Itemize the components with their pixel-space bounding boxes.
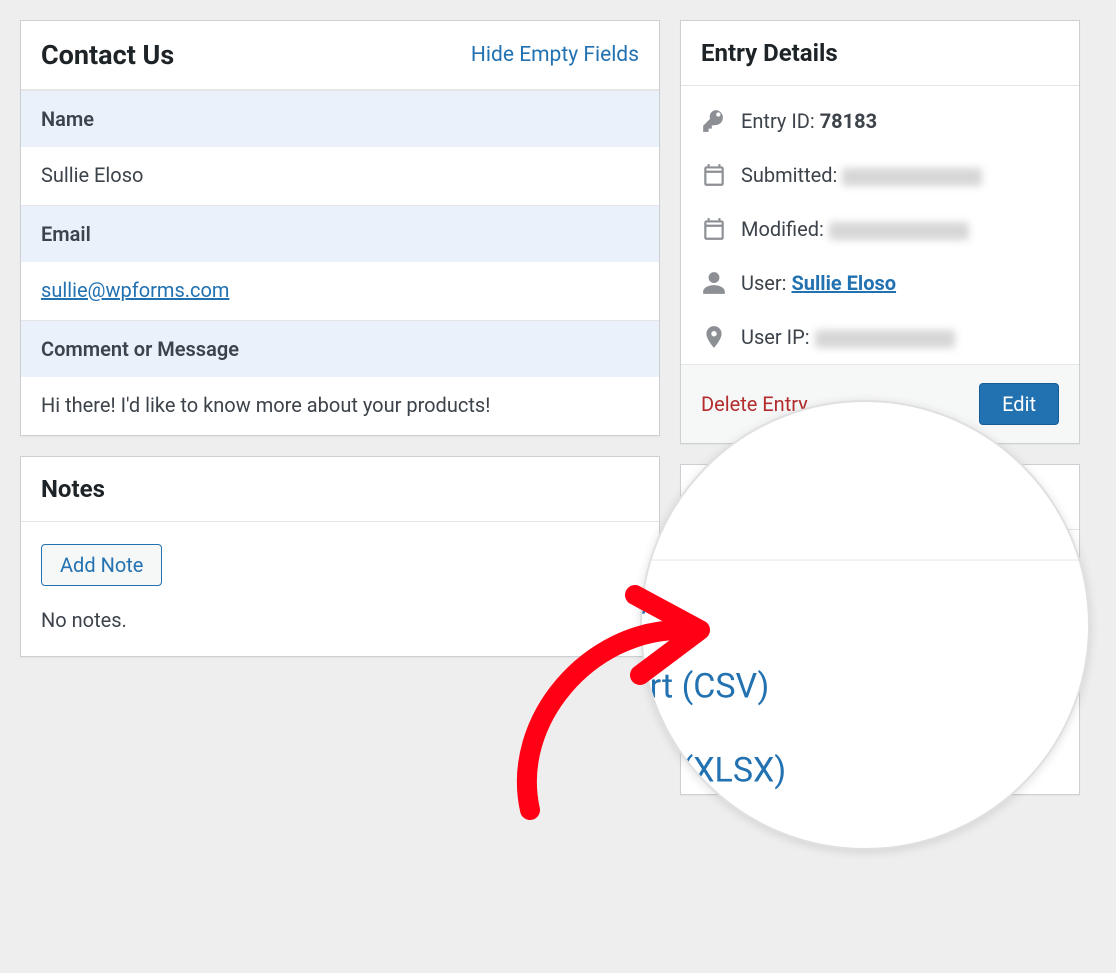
contact-panel: Contact Us Hide Empty Fields Name Sullie… xyxy=(20,20,660,436)
action-unstar[interactable]: Unstar xyxy=(681,728,1079,776)
entry-id-label: Entry ID: xyxy=(741,109,820,133)
detail-user-ip: User IP: xyxy=(681,310,1079,364)
calendar-icon xyxy=(701,216,727,242)
notes-title: Notes xyxy=(41,475,105,503)
user-label: User: xyxy=(741,271,791,295)
star-icon xyxy=(701,740,725,764)
field-value-name: Sullie Eloso xyxy=(21,147,659,205)
calendar-icon xyxy=(701,162,727,188)
eye-slash-icon xyxy=(701,692,725,716)
edit-button[interactable]: Edit xyxy=(979,383,1059,425)
action-export-xlsx-label: Export (XLSX) xyxy=(739,644,863,668)
detail-submitted: Submitted: xyxy=(681,148,1079,202)
field-label-comment: Comment or Message xyxy=(21,320,659,377)
user-link[interactable]: Sullie Eloso xyxy=(791,271,896,295)
export-icon xyxy=(701,596,725,620)
action-print-label: Print xyxy=(739,548,781,572)
field-value-email: sullie@wpforms.com xyxy=(21,262,659,320)
actions-title: Actions xyxy=(701,483,783,511)
detail-entry-id: Entry ID: 78183 xyxy=(681,94,1079,148)
contact-title: Contact Us xyxy=(41,39,174,71)
action-mark-unread-label: Mark Unread xyxy=(739,692,853,716)
action-mark-unread[interactable]: Mark Unread xyxy=(681,680,1079,728)
modified-value-obscured xyxy=(829,222,969,240)
notes-empty-text: No notes. xyxy=(41,608,639,632)
action-export-xlsx[interactable]: Export (XLSX) xyxy=(681,632,1079,680)
submitted-label: Submitted: xyxy=(741,163,842,187)
notes-panel: Notes Add Note No notes. xyxy=(20,456,660,657)
detail-modified: Modified: xyxy=(681,202,1079,256)
action-print[interactable]: Print xyxy=(681,536,1079,584)
actions-panel: Actions Print Export (CSV) Export (XLSX) xyxy=(680,464,1080,795)
action-export-csv-label: Export (CSV) xyxy=(739,596,853,620)
modified-label: Modified: xyxy=(741,217,829,241)
field-label-email: Email xyxy=(21,205,659,262)
delete-entry-link[interactable]: Delete Entry xyxy=(701,392,808,416)
entry-id-value: 78183 xyxy=(820,109,877,133)
user-ip-label: User IP: xyxy=(741,325,815,349)
detail-user: User: Sullie Eloso xyxy=(681,256,1079,310)
user-ip-value-obscured xyxy=(815,330,955,348)
field-value-comment: Hi there! I'd like to know more about yo… xyxy=(21,377,659,435)
email-link[interactable]: sullie@wpforms.com xyxy=(41,278,229,302)
field-label-name: Name xyxy=(21,90,659,147)
action-unstar-label: Unstar xyxy=(739,740,798,764)
user-icon xyxy=(701,270,727,296)
entry-details-title: Entry Details xyxy=(701,39,838,67)
key-icon xyxy=(701,108,727,134)
hide-empty-fields-link[interactable]: Hide Empty Fields xyxy=(471,43,639,67)
spreadsheet-icon xyxy=(701,644,725,668)
submitted-value-obscured xyxy=(842,168,982,186)
action-export-csv[interactable]: Export (CSV) xyxy=(681,584,1079,632)
location-icon xyxy=(701,324,727,350)
add-note-button[interactable]: Add Note xyxy=(41,544,162,586)
entry-details-panel: Entry Details Entry ID: 78183 Submitted:… xyxy=(680,20,1080,444)
document-icon xyxy=(701,548,725,572)
